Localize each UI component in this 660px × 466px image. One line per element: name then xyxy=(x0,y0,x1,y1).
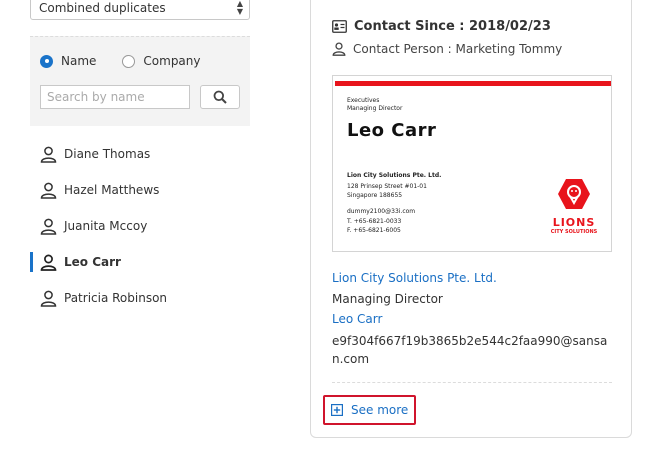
person-icon xyxy=(332,42,346,56)
logo-sub: CITY SOLUTIONS xyxy=(550,229,598,235)
radio-name-label[interactable]: Name xyxy=(61,54,96,68)
list-item[interactable]: Hazel Matthews xyxy=(30,172,250,208)
business-card-image[interactable]: Executives Managing Director Leo Carr Li… xyxy=(332,75,612,252)
dropdown-value: Combined duplicates xyxy=(39,1,166,15)
card-email: dummy2100@33i.com xyxy=(347,208,416,215)
radio-company-label[interactable]: Company xyxy=(143,54,200,68)
card-fax: F. +65-6821-6005 xyxy=(347,227,401,234)
person-icon xyxy=(40,254,57,271)
logo-word: LIONS xyxy=(552,216,596,229)
email-address: e9f304f667f19b3865b2e544c2faa990@sansan.… xyxy=(332,334,608,366)
see-more-label: See more xyxy=(351,403,409,417)
list-item-selected[interactable]: Leo Carr xyxy=(30,244,250,280)
card-address-1: 128 Prinsep Street #01-01 xyxy=(347,183,427,190)
id-card-icon xyxy=(332,20,347,33)
contact-person: Contact Person : Marketing Tommy xyxy=(332,42,562,56)
see-more-button[interactable]: See more xyxy=(323,395,416,425)
person-icon xyxy=(40,290,57,307)
person-list: Diane Thomas Hazel Matthews Juanita Mcco… xyxy=(30,136,250,316)
company-link[interactable]: Lion City Solutions Pte. Ltd. xyxy=(332,271,497,285)
list-item[interactable]: Diane Thomas xyxy=(30,136,250,172)
person-icon xyxy=(40,182,57,199)
person-name: Hazel Matthews xyxy=(64,183,160,197)
search-input[interactable] xyxy=(40,85,190,109)
job-title: Managing Director xyxy=(332,292,443,306)
filter-panel: Name Company xyxy=(30,36,250,126)
person-name-link[interactable]: Leo Carr xyxy=(332,312,382,326)
person-name: Diane Thomas xyxy=(64,147,151,161)
radio-name[interactable] xyxy=(40,54,53,68)
contact-since: Contact Since : 2018/02/23 xyxy=(332,19,551,34)
person-name: Juanita Mccoy xyxy=(64,219,148,233)
person-name: Patricia Robinson xyxy=(64,291,168,305)
lions-logo: LIONS CITY SOLUTIONS xyxy=(549,178,599,238)
card-red-bar xyxy=(335,81,611,86)
card-name: Leo Carr xyxy=(347,120,437,141)
card-company: Lion City Solutions Pte. Ltd. xyxy=(347,172,442,179)
lion-hexagon-icon xyxy=(558,179,590,209)
duplicates-dropdown[interactable]: Combined duplicates ▲ ▼ xyxy=(30,0,250,20)
card-phone: T. +65-6821-0033 xyxy=(347,218,402,225)
person-icon xyxy=(40,218,57,235)
contact-since-text: Contact Since : 2018/02/23 xyxy=(354,19,551,34)
list-item[interactable]: Patricia Robinson xyxy=(30,280,250,316)
card-position: Managing Director xyxy=(347,105,403,112)
search-icon xyxy=(213,90,227,104)
contact-detail-card: Contact Since : 2018/02/23 Contact Perso… xyxy=(310,0,632,438)
search-button[interactable] xyxy=(200,85,240,109)
plus-box-icon xyxy=(331,404,343,416)
select-arrows-icon: ▲ ▼ xyxy=(236,0,243,16)
divider xyxy=(332,382,612,383)
person-icon xyxy=(40,146,57,163)
person-name: Leo Carr xyxy=(64,255,121,269)
card-address-2: Singapore 188655 xyxy=(347,192,403,199)
list-item[interactable]: Juanita Mccoy xyxy=(30,208,250,244)
radio-company[interactable] xyxy=(122,54,136,68)
contact-person-text: Contact Person : Marketing Tommy xyxy=(353,42,563,56)
